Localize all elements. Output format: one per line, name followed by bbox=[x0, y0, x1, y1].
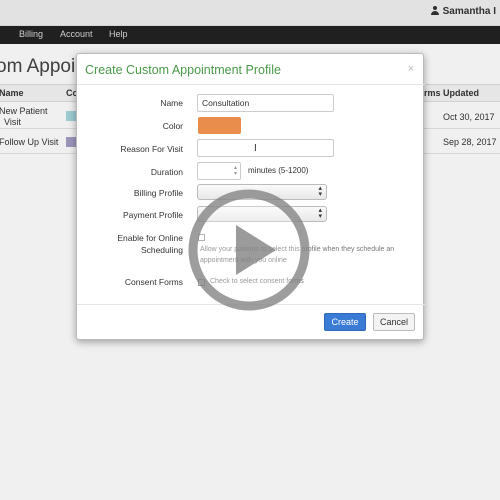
reason-label: Reason For Visit bbox=[120, 144, 183, 154]
stepper-arrows-icon[interactable]: ▴ ▾ bbox=[234, 165, 237, 177]
name-input[interactable]: Consultation bbox=[197, 94, 334, 112]
create-button[interactable]: Create bbox=[324, 313, 366, 331]
online-scheduling-label-cont: Scheduling bbox=[140, 245, 183, 255]
consent-forms-label: Consent Forms bbox=[124, 277, 183, 287]
modal-title: Create Custom Appointment Profile bbox=[85, 63, 281, 77]
select-arrows-icon: ▴ ▾ bbox=[318, 185, 322, 198]
online-scheduling-label: Enable for Online bbox=[117, 233, 183, 243]
cancel-button[interactable]: Cancel bbox=[373, 313, 415, 331]
close-icon[interactable]: × bbox=[408, 63, 414, 75]
play-icon[interactable] bbox=[186, 187, 312, 313]
reason-input[interactable] bbox=[197, 139, 334, 157]
color-label: Color bbox=[162, 121, 183, 131]
name-label: Name bbox=[160, 98, 183, 108]
select-arrows-icon: ▴ ▾ bbox=[318, 207, 322, 220]
duration-label: Duration bbox=[150, 167, 183, 177]
billing-profile-label: Billing Profile bbox=[133, 188, 183, 198]
duration-stepper[interactable]: ▴ ▾ bbox=[197, 162, 241, 180]
duration-hint: minutes (5-1200) bbox=[248, 166, 309, 175]
color-picker[interactable] bbox=[198, 117, 241, 134]
text-cursor-icon: I bbox=[254, 143, 257, 154]
modal-header-divider bbox=[77, 84, 425, 85]
payment-profile-label: Payment Profile bbox=[123, 210, 183, 220]
